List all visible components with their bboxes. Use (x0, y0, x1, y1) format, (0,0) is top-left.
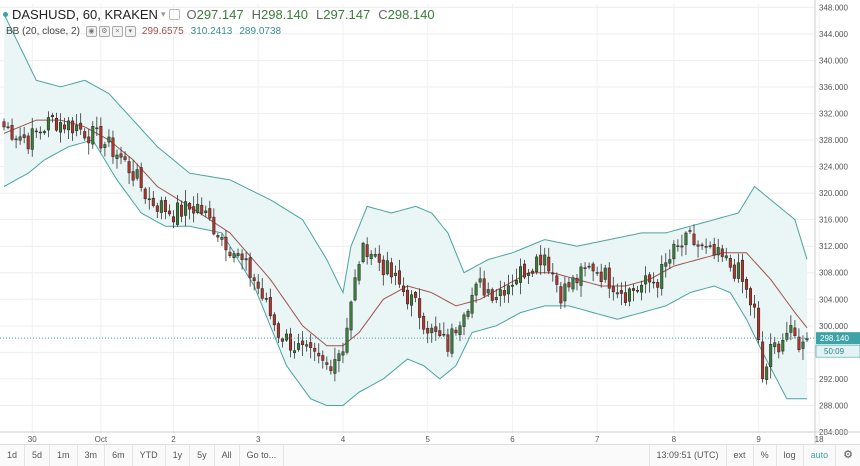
y-tick-label: 320.000 (819, 189, 848, 198)
clock-display[interactable]: 13:09:51 (UTC) (648, 445, 726, 466)
y-tick-label: 300.000 (819, 322, 848, 331)
legend-status-icon (3, 11, 8, 17)
price-chart[interactable]: 284.000288.000292.000296.000300.000304.0… (0, 0, 860, 465)
y-tick-label: 344.000 (819, 30, 848, 39)
low-value: 297.147 (323, 6, 371, 22)
symbol-dropdown-icon[interactable]: ▾ (161, 9, 166, 20)
eye-icon[interactable]: ◉ (85, 25, 97, 37)
y-tick-label: 292.000 (819, 375, 848, 384)
candle (535, 254, 539, 275)
x-tick-label: 9 (756, 435, 761, 444)
timeframe-1y[interactable]: 1y (166, 445, 191, 466)
y-tick-label: 324.000 (819, 163, 848, 172)
ext-button[interactable]: ext (725, 445, 753, 466)
countdown-text: 50:09 (824, 347, 845, 356)
high-value: 298.140 (260, 6, 308, 22)
gear-icon[interactable]: ⚙ (835, 445, 860, 466)
y-tick-label: 308.000 (819, 269, 848, 278)
bollinger-bands (3, 13, 808, 406)
symbol-label[interactable]: DASHUSD, 60, KRAKEN (12, 7, 158, 22)
settings-icon[interactable]: ⚙ (98, 25, 110, 37)
indicator-legend: BB (20, close, 2) ◉ ⚙ × ▾ 299.6575 310.2… (0, 24, 281, 38)
x-tick-label: 7 (595, 435, 600, 444)
y-tick-label: 328.000 (819, 136, 848, 145)
bb-upper-value: 299.6575 (141, 25, 184, 37)
x-tick-label: 30 (28, 435, 37, 444)
timeframe-5y[interactable]: 5y (190, 445, 215, 466)
timeframe-ytd[interactable]: YTD (133, 445, 166, 466)
candle (361, 241, 365, 264)
timeframe-all[interactable]: All (215, 445, 240, 466)
ohlc-toggle-icon[interactable] (169, 8, 181, 20)
x-tick-label: 5 (425, 435, 430, 444)
bottom-toolbar: 1d 5d 1m 3m 6m YTD 1y 5y All Go to... 13… (0, 444, 860, 466)
x-tick-label: 18 (815, 435, 824, 444)
percent-button[interactable]: % (752, 445, 776, 466)
close-icon[interactable]: × (111, 25, 123, 37)
x-tick-label: 4 (341, 435, 346, 444)
open-value: 297.147 (196, 6, 244, 22)
timeframe-1m[interactable]: 1m (50, 445, 78, 466)
goto-button[interactable]: Go to... (240, 445, 285, 466)
close-label: C (378, 6, 388, 22)
indicator-label[interactable]: BB (20, close, 2) (6, 26, 80, 37)
x-tick-label: 6 (510, 435, 515, 444)
last-price-text: 298.140 (820, 334, 849, 343)
close-value: 298.140 (387, 6, 435, 22)
x-tick-label: 3 (256, 435, 261, 444)
bb-lower-value: 289.0738 (239, 25, 282, 37)
log-button[interactable]: log (775, 445, 803, 466)
y-tick-label: 312.000 (819, 242, 848, 251)
y-tick-label: 348.000 (819, 3, 848, 12)
timeframe-3m[interactable]: 3m (78, 445, 106, 466)
x-tick-label: Oct (95, 435, 108, 444)
last-price-tag: 298.140 (816, 332, 860, 345)
timeframe-5d[interactable]: 5d (25, 445, 51, 466)
candle (450, 323, 454, 358)
y-tick-label: 336.000 (819, 83, 848, 92)
candle (765, 363, 769, 385)
symbol-legend: DASHUSD, 60, KRAKEN ▾ O 297.147 H 298.14… (0, 4, 435, 24)
auto-button[interactable]: auto (802, 445, 836, 466)
x-tick-label: 2 (171, 435, 176, 444)
candle (216, 232, 220, 242)
high-label: H (251, 6, 261, 22)
bb-basis-value: 310.2413 (190, 25, 233, 37)
y-tick-label: 288.000 (819, 401, 848, 410)
more-icon[interactable]: ▾ (124, 25, 136, 37)
y-tick-label: 340.000 (819, 56, 848, 65)
countdown-tag: 50:09 (815, 344, 860, 358)
y-tick-label: 332.000 (819, 109, 848, 118)
x-tick-label: 8 (672, 435, 677, 444)
timeframe-1d[interactable]: 1d (0, 445, 26, 466)
low-label: L (315, 6, 324, 22)
timeframe-6m[interactable]: 6m (105, 445, 133, 466)
open-label: O (186, 6, 197, 22)
y-tick-label: 316.000 (819, 216, 848, 225)
bb-fill (4, 14, 807, 406)
y-tick-label: 304.000 (819, 295, 848, 304)
candle (228, 247, 232, 259)
